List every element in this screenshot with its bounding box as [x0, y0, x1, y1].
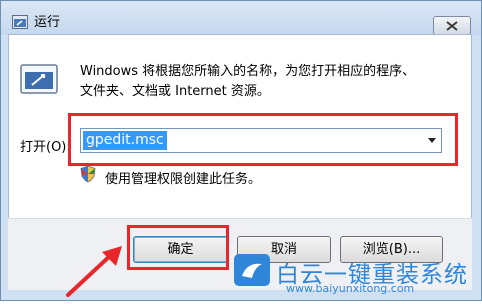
close-button[interactable] [433, 16, 471, 35]
highlight-box-input [68, 113, 458, 166]
pointer-arrow-icon [60, 240, 130, 304]
dialog-description: Windows 将根据您所输入的名称，为您打开相应的程序、 文件夹、文档或 In… [80, 62, 460, 102]
description-line-2: 文件夹、文档或 Internet 资源。 [80, 84, 270, 99]
run-icon [20, 63, 60, 99]
run-app-icon [12, 14, 28, 29]
close-icon [446, 21, 458, 31]
open-label: 打开(O): [20, 140, 71, 155]
description-line-1: Windows 将根据您所输入的名称，为您打开相应的程序、 [80, 64, 416, 79]
admin-note: 使用管理权限创建此任务。 [105, 172, 262, 187]
highlight-box-ok [127, 225, 229, 270]
window-title: 运行 [34, 15, 61, 30]
watermark-url: www.baiyunxitong.com [286, 282, 415, 295]
watermark-logo-icon [232, 252, 272, 292]
title-bar[interactable]: 运行 [1, 1, 481, 35]
shield-icon [80, 165, 96, 187]
